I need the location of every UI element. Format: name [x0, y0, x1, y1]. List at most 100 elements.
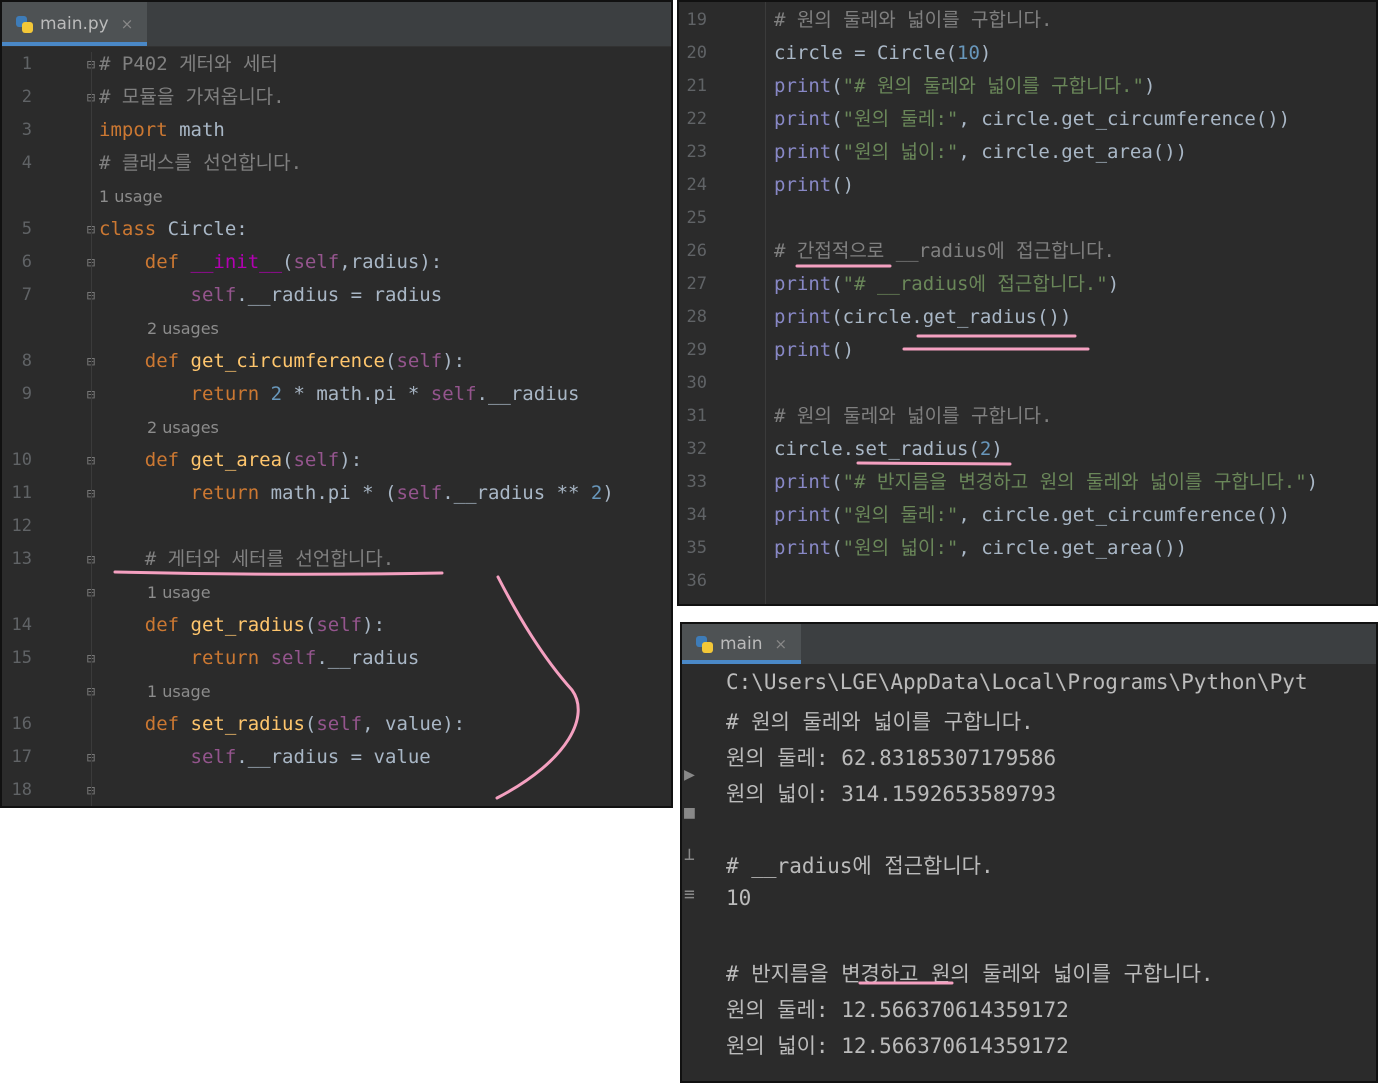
code-token: self: [99, 746, 237, 768]
code-token: .__radius: [316, 647, 420, 669]
console-line: 원의 넓이: 12.566370614359172: [726, 1034, 1069, 1058]
console-line: # 원의 둘레와 넓이를 구합니다.: [726, 710, 1034, 734]
code-text: print("원의 둘레:", circle.get_circumference…: [774, 499, 1290, 532]
code-line: 2 # 모듈을 가져옵니다.: [2, 81, 671, 114]
usage-hint-label[interactable]: 1 usage: [99, 180, 163, 213]
usage-hint-label[interactable]: 2 usages: [147, 312, 219, 345]
code-token: # 원의 둘레와 넓이를 구합니다.: [774, 405, 1053, 427]
line-number: 1: [21, 54, 32, 74]
code-token: self: [396, 482, 443, 504]
indent-guide: [91, 52, 92, 806]
code-line: 18: [2, 774, 671, 806]
run-tab-bar: main ×: [682, 624, 1376, 664]
code-token: self: [293, 251, 340, 273]
code-token: return: [99, 383, 271, 405]
console-line: # __radius에 접근합니다.: [726, 854, 994, 878]
close-run-tab-icon[interactable]: ×: [774, 635, 787, 653]
code-token: .__radius **: [442, 482, 591, 504]
editor-tab-bar: main.py ×: [2, 2, 671, 47]
code-text: # 클래스를 선언합니다.: [99, 147, 302, 180]
code-text: # 모듈을 가져옵니다.: [99, 81, 285, 114]
code-text: return 2 * math.pi * self.__radius: [99, 378, 580, 411]
code-line: 9 return 2 * math.pi * self.__radius: [2, 378, 671, 411]
rerun-icon[interactable]: ▶: [684, 764, 695, 785]
code-line: 35 print("원의 넓이:", circle.get_area()): [679, 532, 1376, 565]
run-tab-label: main: [720, 634, 763, 654]
code-line: 4 # 클래스를 선언합니다.: [2, 147, 671, 180]
stop-icon[interactable]: ■: [684, 802, 695, 823]
line-number: 3: [21, 120, 32, 140]
pin-icon[interactable]: ⊥: [684, 844, 695, 865]
code-token: get_area: [190, 449, 283, 471]
code-usage-hint: 2 usages: [2, 411, 671, 444]
line-number: 17: [11, 747, 32, 767]
code-text: def get_circumference(self):: [99, 345, 465, 378]
wrap-icon[interactable]: ≡: [684, 884, 695, 905]
code-token: ): [1306, 471, 1319, 493]
console-line: 원의 둘레: 12.566370614359172: [726, 998, 1069, 1022]
code-text: def set_radius(self, value):: [99, 708, 465, 741]
code-token: "원의 둘레:": [842, 504, 959, 526]
line-number: 2: [21, 87, 32, 107]
code-token: ):: [442, 350, 466, 372]
code-token: print: [774, 339, 832, 361]
code-token: print: [774, 273, 832, 295]
line-number: 18: [11, 780, 32, 800]
code-text: print("# 반지름을 변경하고 원의 둘레와 넓이를 구합니다."): [774, 466, 1318, 499]
code-line: 19 # 원의 둘레와 넓이를 구합니다.: [679, 4, 1376, 37]
code-line: 25: [679, 202, 1376, 235]
code-text: def get_area(self):: [99, 444, 362, 477]
code-token: , circle.get_area()): [958, 141, 1188, 163]
code-token: (: [831, 108, 843, 130]
code-token: self: [316, 614, 363, 636]
code-token: ):: [362, 614, 386, 636]
tab-run-main[interactable]: main ×: [682, 624, 802, 664]
code-line: 11 return math.pi * (self.__radius ** 2): [2, 477, 671, 510]
line-number: 36: [686, 571, 707, 591]
code-text: return self.__radius: [99, 642, 420, 675]
line-number: 34: [686, 505, 707, 525]
usage-hint-label[interactable]: 1 usage: [147, 576, 211, 609]
code-token: , circle.get_area()): [958, 537, 1188, 559]
code-text: # 게터와 세터를 선언합니다.: [99, 543, 394, 576]
code-line: 16 def set_radius(self, value):: [2, 708, 671, 741]
code-token: (: [384, 350, 397, 372]
code-line: 8 def get_circumference(self):: [2, 345, 671, 378]
close-tab-icon[interactable]: ×: [121, 15, 134, 33]
code-token: ): [979, 42, 992, 64]
code-usage-hint: 1 usage: [2, 180, 671, 213]
code-token: , circle.get_circumference()): [958, 504, 1291, 526]
code-token: Circle:: [167, 218, 248, 240]
code-token: ): [602, 482, 614, 504]
code-token: (: [831, 537, 843, 559]
line-number: 11: [11, 483, 32, 503]
code-text: print(): [774, 169, 854, 202]
code-token: get_radius: [190, 614, 305, 636]
code-token: math: [179, 119, 225, 141]
line-number: 10: [11, 450, 32, 470]
code-token: print: [774, 537, 832, 559]
code-token: print: [774, 471, 832, 493]
code-line: 6 def __init__(self,radius):: [2, 246, 671, 279]
code-line: 20 circle = Circle(10): [679, 37, 1376, 70]
code-token: ):: [339, 449, 363, 471]
usage-hint-label[interactable]: 1 usage: [147, 675, 211, 708]
usage-hint-label[interactable]: 2 usages: [147, 411, 219, 444]
tab-label: main.py: [40, 14, 109, 34]
code-line: 27 print("# __radius에 접근합니다."): [679, 268, 1376, 301]
code-token: circle.set_radius(: [774, 438, 980, 460]
line-number: 14: [11, 615, 32, 635]
code-line: 32 circle.set_radius(2): [679, 433, 1376, 466]
code-line: 29 print(): [679, 334, 1376, 367]
code-line: 21 print("# 원의 둘레와 넓이를 구합니다."): [679, 70, 1376, 103]
line-number: 9: [21, 384, 32, 404]
code-token: set_radius: [190, 713, 305, 735]
code-token: ): [991, 438, 1003, 460]
tab-main-py[interactable]: main.py ×: [2, 2, 148, 46]
code-token: def: [99, 614, 191, 636]
line-number: 27: [686, 274, 707, 294]
code-token: self: [430, 383, 477, 405]
line-number: 28: [686, 307, 707, 327]
line-number: 23: [686, 142, 707, 162]
python-file-icon: [14, 14, 34, 34]
